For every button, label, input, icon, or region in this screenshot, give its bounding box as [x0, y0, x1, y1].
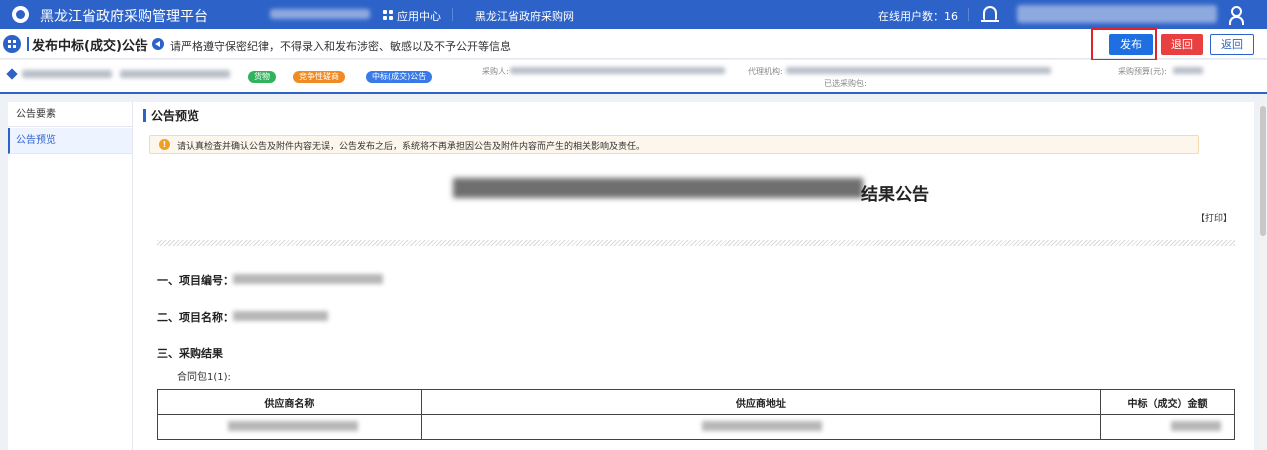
redacted-award-amount — [1171, 421, 1222, 431]
section-accent-bar — [143, 109, 146, 122]
bell-icon[interactable] — [981, 6, 999, 22]
confidentiality-notice: 请严格遵守保密纪律，不得录入和发布涉密、敏感以及不予公开等信息 — [170, 40, 511, 53]
column-header-award-amount: 中标（成交）金额 — [1100, 389, 1235, 415]
purchaser-label: 采购人: — [482, 67, 509, 76]
redacted-supplier-name — [228, 421, 358, 431]
sidebar: 公告要素 公告预览 — [8, 102, 132, 450]
redacted-document-title — [453, 178, 863, 198]
print-link[interactable]: 【打印】 — [1196, 211, 1232, 224]
page-title: 发布中标(成交)公告 — [32, 39, 148, 54]
budget-label: 采购预算(元): — [1118, 67, 1167, 76]
logo-icon[interactable] — [12, 6, 29, 23]
table-cell-supplier-name — [157, 414, 422, 440]
redacted-project-name — [120, 70, 230, 78]
project-info-strip: 货物 竞争性磋商 中标(成交)公告 采购人: 代理机构: 已选采购包: 采购预算… — [0, 60, 1267, 94]
menu-grid-icon[interactable] — [3, 35, 21, 53]
redacted-project-code — [22, 70, 112, 78]
table-row — [157, 414, 1235, 440]
page-header: 发布中标(成交)公告 请严格遵守保密纪律，不得录入和发布涉密、敏感以及不予公开等… — [0, 29, 1267, 59]
contract-package-label: 合同包1(1): — [177, 372, 231, 383]
column-header-supplier-name: 供应商名称 — [157, 389, 422, 415]
redacted-org-name — [270, 9, 370, 19]
warning-icon: ! — [159, 139, 170, 150]
table-cell-supplier-address — [420, 414, 1102, 440]
publish-highlight-box — [1091, 28, 1157, 61]
table-header-row: 供应商名称 供应商地址 中标（成交）金额 — [157, 389, 1235, 415]
hatched-divider — [157, 240, 1235, 246]
preview-panel: 公告预览 ! 请认真检查并确认公告及附件内容无误，公告发布之后，系统将不再承担因… — [132, 102, 1254, 450]
redacted-agency — [786, 67, 1051, 74]
document-title-suffix: 结果公告 — [861, 185, 929, 205]
back-button[interactable]: 返回 — [1210, 34, 1254, 55]
redacted-project-name-value — [233, 311, 328, 321]
divider — [968, 8, 969, 21]
field-project-name: 二、项目名称： — [157, 311, 234, 324]
section-title: 公告预览 — [151, 109, 200, 123]
redacted-project-number — [233, 274, 383, 284]
tag-goods: 货物 — [248, 71, 276, 83]
reject-button[interactable]: 退回 — [1161, 34, 1203, 55]
divider — [452, 8, 453, 21]
apps-grid-icon[interactable] — [383, 10, 393, 20]
field-procurement-result: 三、采购结果 — [157, 347, 223, 360]
redacted-user-info[interactable] — [1017, 5, 1217, 23]
vertical-scrollbar[interactable] — [1259, 102, 1267, 450]
app-title[interactable]: 黑龙江省政府采购管理平台 — [40, 6, 208, 26]
sidebar-item-announcement-elements[interactable]: 公告要素 — [8, 102, 132, 127]
tag-procurement-method: 竞争性磋商 — [293, 71, 345, 83]
speaker-icon — [152, 38, 164, 50]
selected-package-label: 已选采购包: — [824, 79, 867, 88]
procurement-site-link[interactable]: 黑龙江省政府采购网 — [475, 8, 574, 24]
online-users-count: 在线用户数：16 — [878, 10, 958, 23]
scrollbar-thumb[interactable] — [1260, 106, 1266, 236]
redacted-purchaser — [510, 67, 725, 74]
apps-center-link[interactable]: 应用中心 — [397, 8, 441, 24]
redacted-supplier-address — [701, 421, 822, 431]
user-icon[interactable] — [1229, 6, 1244, 25]
warning-text: 请认真检查并确认公告及附件内容无误，公告发布之后，系统将不再承担因公告及附件内容… — [177, 142, 646, 152]
divider — [140, 36, 141, 52]
title-accent-bar — [27, 37, 29, 51]
top-navigation-bar: 黑龙江省政府采购管理平台 应用中心 黑龙江省政府采购网 在线用户数：16 — [0, 0, 1267, 29]
warning-alert: ! 请认真检查并确认公告及附件内容无误，公告发布之后，系统将不再承担因公告及附件… — [149, 135, 1199, 154]
redacted-budget — [1173, 67, 1203, 74]
agency-label: 代理机构: — [748, 67, 783, 76]
diamond-icon — [6, 68, 18, 80]
table-cell-award-amount — [1100, 414, 1235, 440]
tag-announcement-type: 中标(成交)公告 — [366, 71, 433, 83]
field-project-number: 一、项目编号： — [157, 274, 234, 287]
sidebar-item-announcement-preview[interactable]: 公告预览 — [8, 128, 132, 154]
column-header-supplier-address: 供应商地址 — [420, 389, 1102, 415]
result-table: 供应商名称 供应商地址 中标（成交）金额 — [157, 389, 1235, 440]
